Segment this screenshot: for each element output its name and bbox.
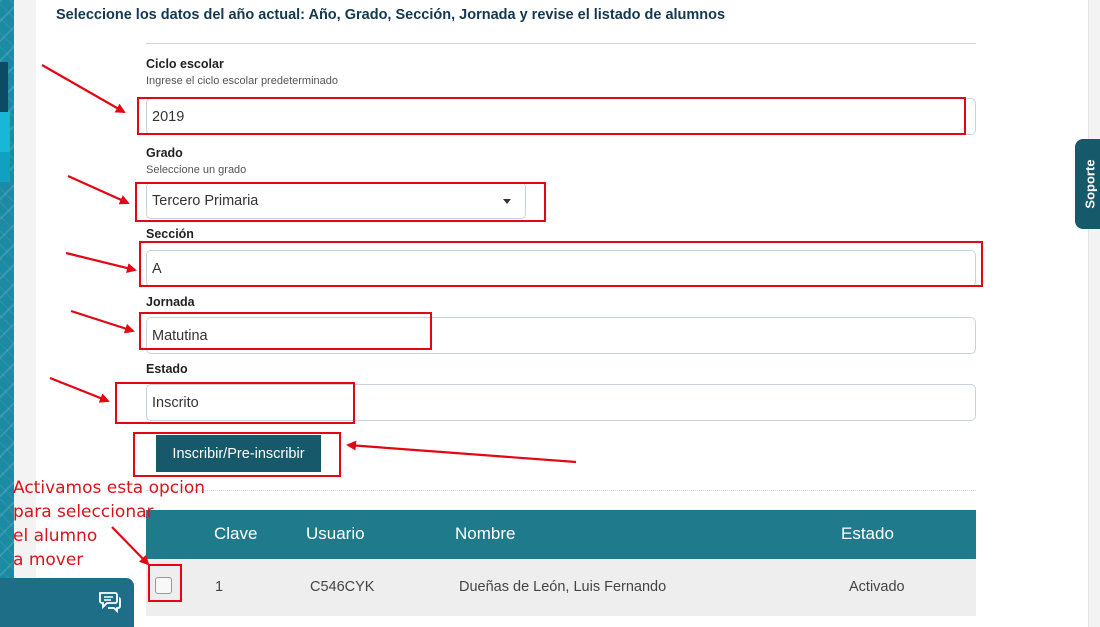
arrow-to-seccion: [65, 251, 137, 273]
arrow-to-estado: [49, 376, 110, 403]
annotation-arrows: [41, 64, 577, 566]
arrow-to-checkbox: [111, 526, 150, 566]
arrow-to-button: [346, 440, 577, 464]
arrow-to-ciclo: [41, 64, 126, 113]
arrow-to-jornada: [70, 309, 135, 334]
arrow-to-grado: [67, 174, 130, 205]
